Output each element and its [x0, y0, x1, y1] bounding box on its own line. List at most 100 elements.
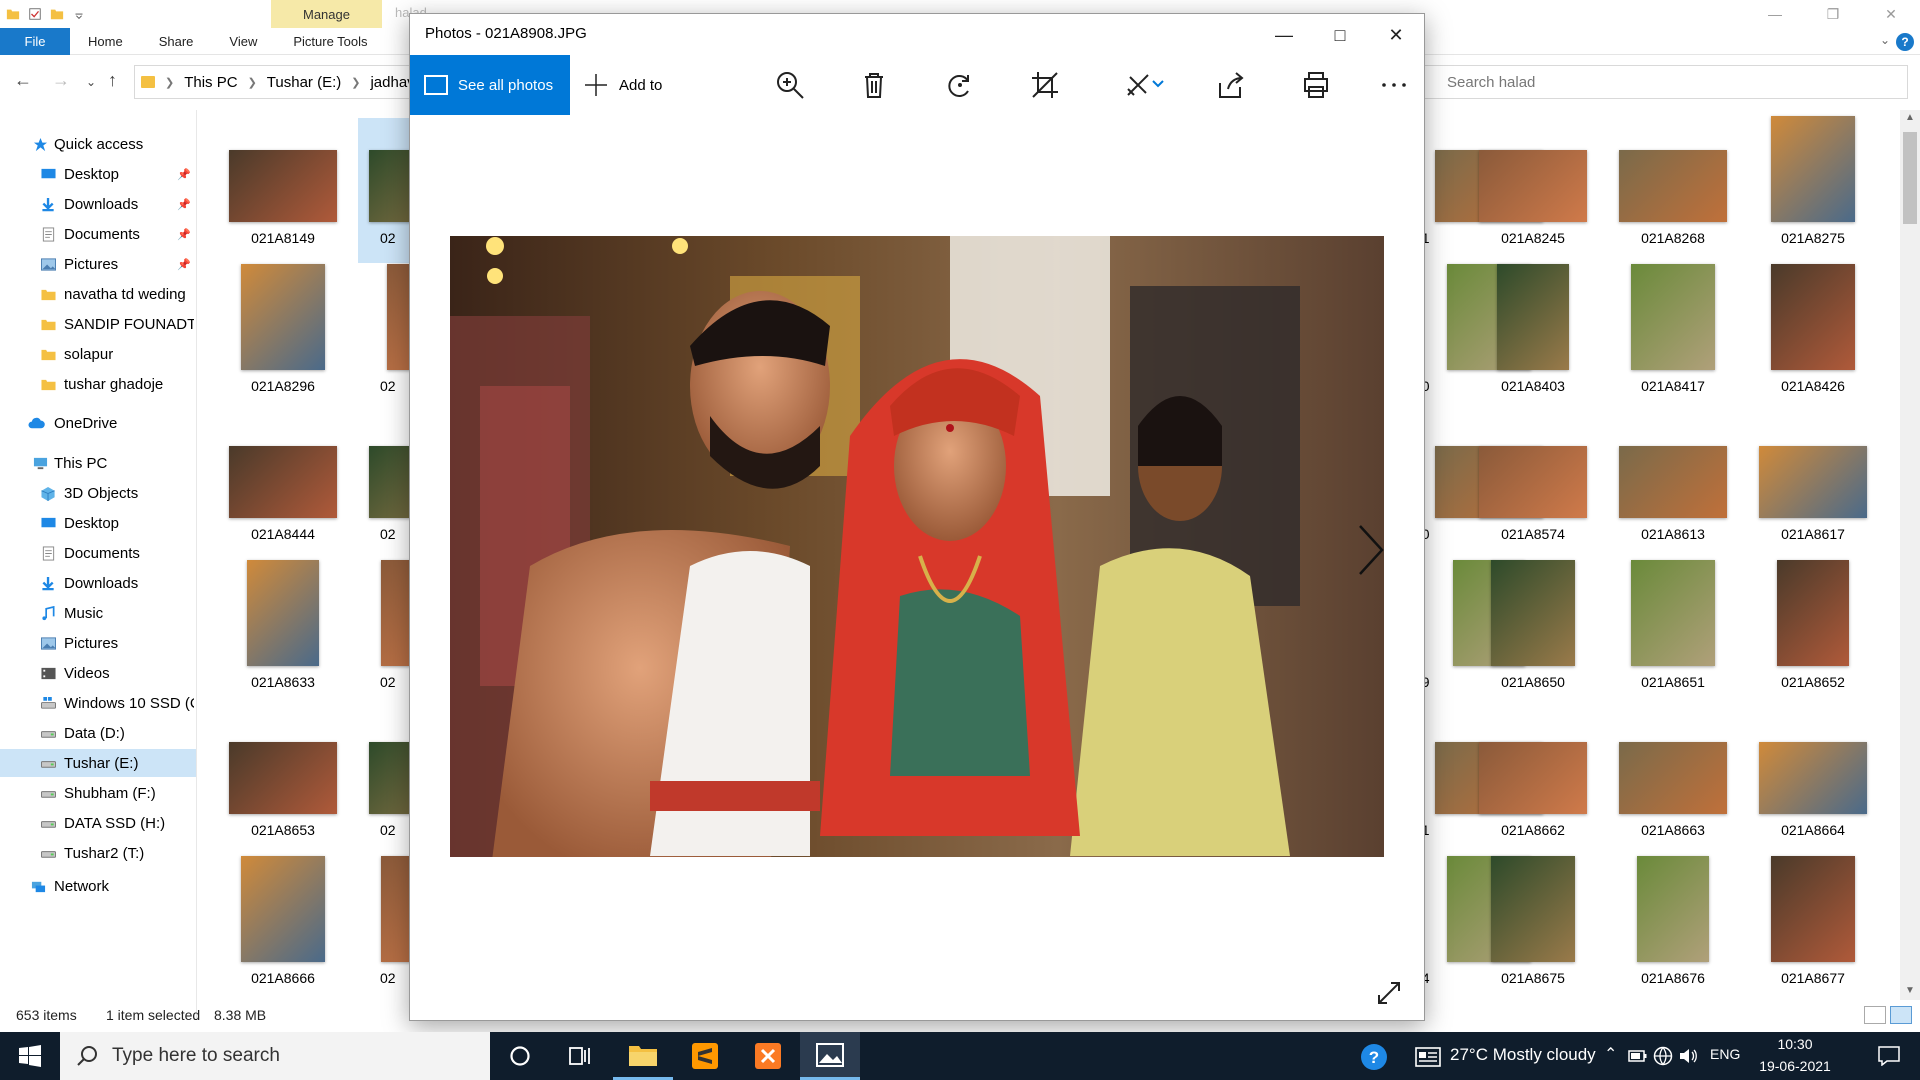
nav-item-navatha-td-weding[interactable]: navatha td weding	[0, 280, 196, 308]
scrollbar-thumb[interactable]	[1903, 132, 1917, 224]
nav-item-desktop[interactable]: Desktop	[0, 509, 196, 537]
minimize-icon[interactable]: —	[1746, 0, 1804, 28]
file-tile[interactable]: 021A8651	[1608, 560, 1738, 707]
nav-item-data-d[interactable]: Data (D:)	[0, 719, 196, 747]
help-tips-icon[interactable]: ?	[1360, 1043, 1388, 1071]
file-tile[interactable]: 021A8268	[1608, 118, 1738, 263]
share-icon[interactable]	[1214, 69, 1246, 101]
image-thumbnail[interactable]	[229, 150, 337, 222]
details-view-icon[interactable]	[1864, 1006, 1886, 1024]
weather-text[interactable]: 27°C Mostly cloudy	[1450, 1045, 1596, 1065]
file-tile[interactable]: 021A8676	[1608, 856, 1738, 1003]
image-thumbnail[interactable]	[229, 446, 337, 518]
image-thumbnail[interactable]	[1479, 446, 1587, 518]
file-tile[interactable]: 021A8664	[1748, 710, 1878, 855]
close-icon[interactable]: ✕	[1862, 0, 1920, 28]
chevron-right-icon[interactable]: ❯	[165, 76, 174, 89]
folder-icon[interactable]	[6, 6, 20, 22]
image-thumbnail[interactable]	[1759, 446, 1867, 518]
nav-item-3d-objects[interactable]: 3D Objects	[0, 479, 196, 507]
image-thumbnail[interactable]	[241, 856, 325, 962]
file-tile[interactable]: 021A8296	[218, 264, 348, 411]
fullscreen-icon[interactable]	[1375, 979, 1403, 1007]
chevron-down-icon[interactable]	[1150, 69, 1166, 101]
image-thumbnail[interactable]	[1631, 560, 1715, 666]
pin-icon[interactable]: 📌	[177, 258, 191, 271]
image-thumbnail[interactable]	[247, 560, 319, 666]
image-thumbnail[interactable]	[1491, 856, 1575, 962]
image-thumbnail[interactable]	[1497, 264, 1569, 370]
taskbar-search[interactable]: Type here to search	[60, 1032, 490, 1080]
photos-taskbar[interactable]	[800, 1032, 860, 1080]
tab-picture-tools[interactable]: Picture Tools	[275, 28, 385, 55]
image-thumbnail[interactable]	[1759, 742, 1867, 814]
file-tile[interactable]: 021A8653	[218, 710, 348, 855]
image-thumbnail[interactable]	[1637, 856, 1709, 962]
back-arrow-icon[interactable]: ←	[14, 70, 32, 91]
scroll-down-icon[interactable]: ▼	[1905, 985, 1915, 996]
delete-icon[interactable]	[858, 69, 890, 101]
main-photo[interactable]	[450, 236, 1384, 857]
close-icon[interactable]: ✕	[1368, 14, 1424, 56]
maximize-icon[interactable]: □	[1312, 14, 1368, 56]
image-thumbnail[interactable]	[1479, 742, 1587, 814]
nav-item-music[interactable]: Music	[0, 599, 196, 627]
help-icon[interactable]: ?	[1896, 33, 1914, 51]
image-thumbnail[interactable]	[229, 742, 337, 814]
nav-item-downloads[interactable]: Downloads 📌	[0, 190, 196, 218]
pin-icon[interactable]: 📌	[177, 168, 191, 181]
large-icons-view-icon[interactable]	[1890, 1006, 1912, 1024]
image-thumbnail[interactable]	[241, 264, 325, 370]
crop-icon[interactable]	[1029, 69, 1061, 101]
pane-divider[interactable]	[196, 110, 197, 1020]
nav-network[interactable]: Network	[0, 872, 196, 900]
file-tile[interactable]: 021A8574	[1468, 414, 1598, 559]
sublime-taskbar[interactable]	[675, 1032, 735, 1080]
image-thumbnail[interactable]	[1771, 856, 1855, 962]
clock-time[interactable]: 10:30	[1760, 1036, 1830, 1052]
minimize-icon[interactable]: —	[1256, 14, 1312, 56]
tab-manage[interactable]: Manage	[271, 0, 382, 28]
file-tile[interactable]: 021A8663	[1608, 710, 1738, 855]
file-tile[interactable]: 021A8675	[1468, 856, 1598, 1003]
image-thumbnail[interactable]	[1771, 264, 1855, 370]
forward-arrow-icon[interactable]: →	[52, 70, 70, 91]
image-thumbnail[interactable]	[1631, 264, 1715, 370]
file-tile[interactable]: 021A8275	[1748, 116, 1878, 263]
volume-icon[interactable]	[1678, 1046, 1698, 1066]
file-tile[interactable]: 021A8444	[218, 414, 348, 559]
image-thumbnail[interactable]	[1619, 150, 1727, 222]
file-tile[interactable]: 021A8666	[218, 856, 348, 1003]
see-all-photos-button[interactable]: See all photos	[410, 55, 570, 115]
nav-item-videos[interactable]: Videos	[0, 659, 196, 687]
notifications-icon[interactable]	[1878, 1046, 1900, 1066]
nav-this-pc[interactable]: This PC	[0, 449, 196, 477]
nav-onedrive[interactable]: OneDrive	[0, 409, 196, 437]
recent-chevron-icon[interactable]: ⌄	[86, 75, 96, 89]
image-thumbnail[interactable]	[1491, 560, 1575, 666]
file-tile[interactable]: 021A8417	[1608, 264, 1738, 411]
scroll-up-icon[interactable]: ▲	[1905, 112, 1915, 123]
nav-item-downloads[interactable]: Downloads	[0, 569, 196, 597]
clock-date[interactable]: 19-06-2021	[1754, 1058, 1836, 1074]
search-input[interactable]: Search halad	[1420, 65, 1908, 99]
image-thumbnail[interactable]	[1777, 560, 1849, 666]
breadcrumb-this-pc[interactable]: This PC	[184, 74, 237, 91]
file-tile[interactable]: 021A8149	[218, 118, 348, 263]
weather-widget-icon[interactable]	[1415, 1047, 1441, 1067]
nav-item-desktop[interactable]: Desktop 📌	[0, 160, 196, 188]
show-hidden-icons-icon[interactable]: ⌃	[1604, 1044, 1617, 1064]
tab-share[interactable]: Share	[141, 28, 212, 55]
file-explorer-taskbar[interactable]	[613, 1032, 673, 1080]
up-arrow-icon[interactable]: ↑	[108, 70, 117, 91]
nav-item-tushar-e[interactable]: Tushar (E:)	[0, 749, 196, 777]
nav-item-documents[interactable]: Documents 📌	[0, 220, 196, 248]
chevron-right-icon[interactable]: ❯	[351, 76, 360, 89]
file-tile[interactable]: 021A8677	[1748, 856, 1878, 1003]
cortana-button[interactable]	[490, 1032, 550, 1080]
next-photo-icon[interactable]	[1350, 520, 1390, 580]
file-tile[interactable]: 021A8245	[1468, 118, 1598, 263]
restore-icon[interactable]: ❐	[1804, 0, 1862, 28]
tab-view[interactable]: View	[211, 28, 275, 55]
file-tile[interactable]: 021A8652	[1748, 560, 1878, 707]
